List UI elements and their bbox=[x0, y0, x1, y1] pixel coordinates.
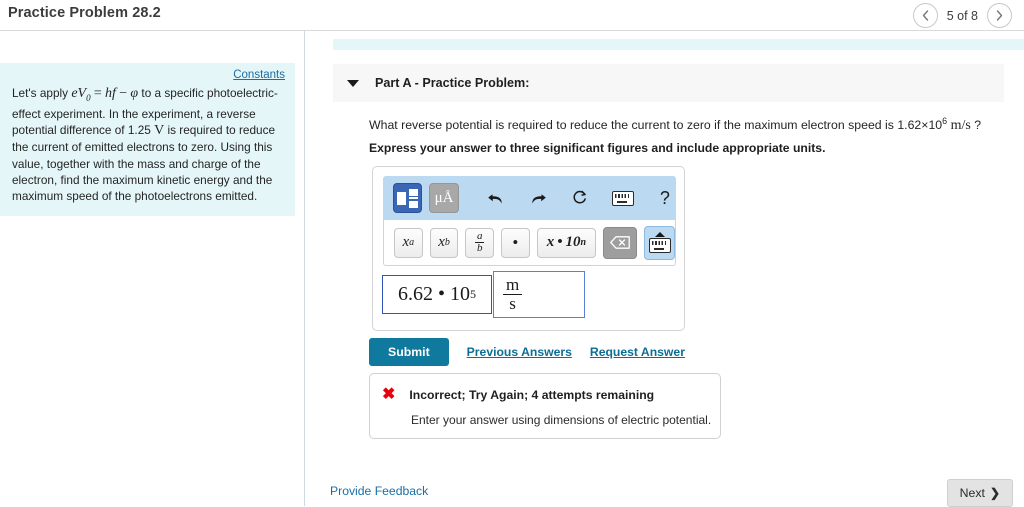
problem-sidebar: Constants Let's apply eV0 = hf − φ to a … bbox=[0, 31, 305, 506]
keyboard-icon bbox=[611, 190, 634, 206]
reset-circular-arrow-icon bbox=[573, 190, 587, 204]
feedback-detail: Enter your answer using dimensions of el… bbox=[411, 413, 712, 427]
previous-answers-link[interactable]: Previous Answers bbox=[467, 345, 572, 359]
main-content: Part A - Practice Problem: What reverse … bbox=[306, 31, 1024, 507]
superscript-button[interactable]: xa bbox=[394, 227, 423, 258]
instruction-text: Express your answer to three significant… bbox=[369, 141, 826, 155]
redo-arrow-icon bbox=[531, 193, 546, 204]
submit-button[interactable]: Submit bbox=[369, 338, 449, 366]
micro-angstrom-icon: μÅ bbox=[434, 189, 454, 206]
answer-input[interactable]: 6.62 • 10 5 bbox=[382, 275, 492, 314]
constants-link[interactable]: Constants bbox=[12, 69, 285, 81]
help-button[interactable]: ? bbox=[654, 185, 676, 211]
multiply-dot-button[interactable]: • bbox=[501, 227, 530, 258]
chevron-right-icon: ❯ bbox=[989, 486, 1000, 500]
problem-statement-card: Constants Let's apply eV0 = hf − φ to a … bbox=[0, 63, 295, 217]
backspace-button[interactable] bbox=[602, 226, 638, 259]
superscript-exp: a bbox=[409, 237, 415, 248]
superscript-base: x bbox=[402, 234, 410, 250]
keyboard-button[interactable] bbox=[611, 185, 634, 211]
sci-notation-base: x • 10 bbox=[546, 234, 581, 250]
problem-statement-text: Let's apply eV0 = hf − φ to a specific p… bbox=[12, 86, 278, 204]
subscript-button[interactable]: xb bbox=[429, 227, 459, 258]
units-button[interactable]: μÅ bbox=[429, 183, 459, 213]
reset-button[interactable] bbox=[569, 185, 591, 211]
answer-entry-widget: μÅ ? x a x b a b • x • 10 n 6.62 • 10 5 … bbox=[372, 166, 685, 331]
top-header-bar: Practice Problem 28.2 5 of 8 bbox=[0, 0, 1024, 31]
previous-page-button[interactable] bbox=[912, 3, 938, 28]
chevron-right-icon bbox=[996, 10, 1003, 21]
answer-actions: Submit Previous Answers Request Answer bbox=[369, 338, 685, 366]
caret-down-icon[interactable] bbox=[347, 79, 359, 87]
unit-fraction: m s bbox=[503, 276, 523, 313]
next-button-label: Next bbox=[959, 486, 985, 500]
content-top-strip bbox=[333, 39, 1024, 50]
math-toolbar-top: μÅ ? bbox=[383, 176, 676, 220]
keyboard-toggle-button[interactable] bbox=[644, 225, 675, 260]
template-layout-icon bbox=[397, 188, 419, 208]
question-mark-icon: ? bbox=[659, 187, 670, 208]
redo-button[interactable] bbox=[527, 185, 549, 211]
units-input[interactable]: m s bbox=[493, 271, 585, 318]
page-title: Practice Problem 28.2 bbox=[8, 5, 161, 21]
backspace-icon bbox=[610, 236, 631, 249]
fraction-icon: a b bbox=[474, 231, 485, 254]
next-page-button[interactable] bbox=[987, 3, 1012, 28]
fraction-denominator: b bbox=[476, 242, 483, 254]
part-a-title: Part A - Practice Problem: bbox=[375, 76, 530, 90]
unit-numerator: m bbox=[503, 276, 523, 295]
caret-up-icon bbox=[654, 232, 665, 237]
sci-notation-exp: n bbox=[580, 237, 587, 248]
feedback-title: Incorrect; Try Again; 4 attempts remaini… bbox=[409, 388, 655, 402]
fraction-button[interactable]: a b bbox=[465, 227, 495, 258]
keyboard-up-icon bbox=[648, 238, 671, 253]
part-a-header[interactable]: Part A - Practice Problem: bbox=[333, 64, 1004, 102]
feedback-header: ✖ Incorrect; Try Again; 4 attempts remai… bbox=[382, 387, 654, 403]
red-x-icon: ✖ bbox=[382, 386, 396, 403]
request-answer-link[interactable]: Request Answer bbox=[590, 345, 685, 359]
multiply-dot-icon: • bbox=[512, 232, 519, 252]
math-toolbar-bottom: xa xb a b • x • 10 n bbox=[383, 220, 676, 266]
unit-denominator: s bbox=[509, 294, 516, 313]
chevron-left-icon bbox=[922, 10, 928, 21]
scientific-notation-button[interactable]: x • 10 n bbox=[536, 227, 596, 258]
subscript-base: x bbox=[438, 234, 445, 250]
feedback-box: ✖ Incorrect; Try Again; 4 attempts remai… bbox=[369, 373, 721, 439]
subscript-idx: b bbox=[444, 237, 450, 248]
page-counter: 5 of 8 bbox=[946, 8, 978, 23]
question-text: What reverse potential is required to re… bbox=[369, 116, 982, 134]
pager: 5 of 8 bbox=[912, 3, 1012, 28]
undo-arrow-icon bbox=[488, 193, 503, 204]
next-button[interactable]: Next ❯ bbox=[946, 479, 1013, 507]
template-button[interactable] bbox=[393, 183, 423, 213]
undo-button[interactable] bbox=[485, 185, 507, 211]
provide-feedback-link[interactable]: Provide Feedback bbox=[330, 484, 428, 498]
